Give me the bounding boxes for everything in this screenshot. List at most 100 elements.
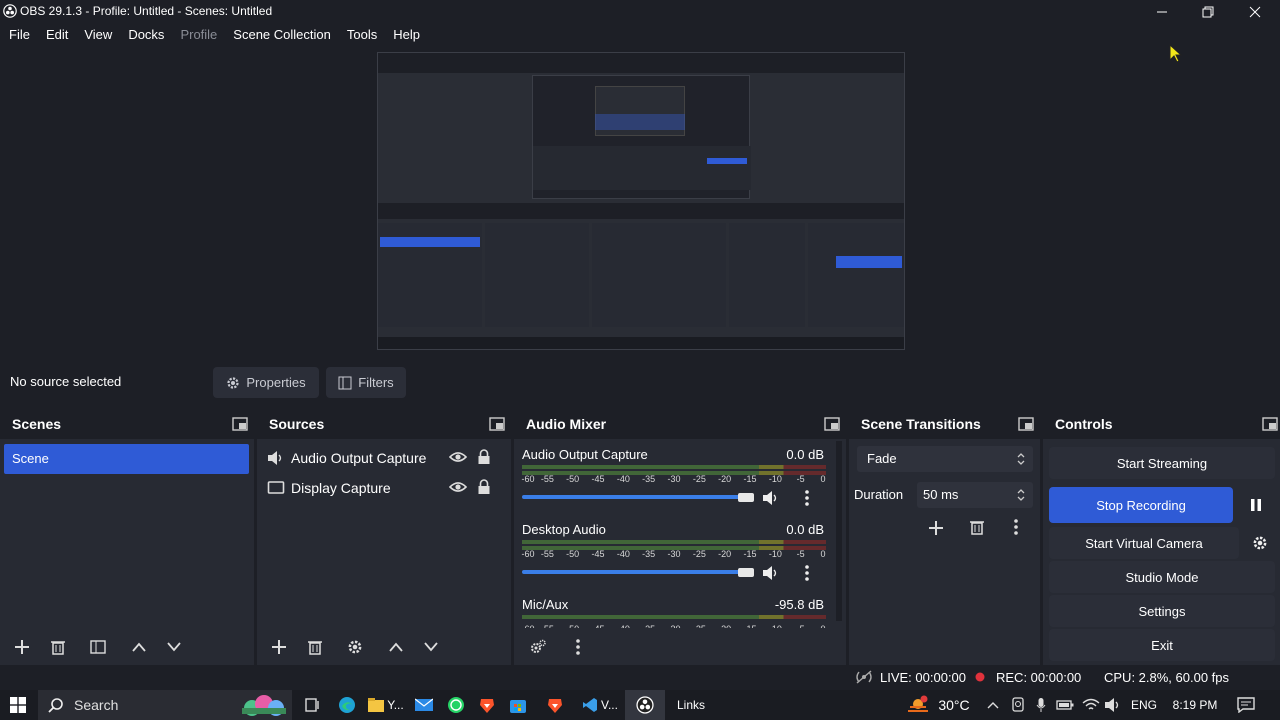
meter-scale: -60-55-50-45-40-35-30-25-20-15-10-50 — [522, 621, 826, 628]
volume-slider-handle[interactable] — [738, 493, 754, 502]
more-options-icon[interactable] — [566, 635, 590, 659]
edge-browser-icon[interactable] — [337, 694, 357, 716]
mail-icon[interactable] — [414, 694, 434, 716]
mixer-scrollbar[interactable] — [836, 441, 842, 621]
camera-tray-icon[interactable] — [1010, 694, 1026, 716]
virtual-camera-settings-gear-icon[interactable] — [1248, 527, 1272, 559]
menu-edit[interactable]: Edit — [38, 23, 76, 47]
remove-source-trash-icon[interactable] — [303, 635, 327, 659]
dock-float-icon[interactable] — [824, 417, 840, 431]
vscode-taskbar-item[interactable]: V... — [582, 694, 618, 716]
source-settings-gear-icon[interactable] — [343, 635, 367, 659]
move-source-up-icon[interactable] — [384, 635, 408, 659]
minimize-button[interactable] — [1147, 2, 1177, 22]
mixer-title: Audio Mixer — [526, 416, 607, 432]
battery-icon[interactable] — [1056, 694, 1074, 716]
remove-scene-trash-icon[interactable] — [46, 635, 70, 659]
mixer-toolbar — [514, 629, 846, 665]
windows-start-icon[interactable] — [8, 694, 28, 716]
start-streaming-button[interactable]: Start Streaming — [1049, 447, 1275, 479]
transition-select[interactable]: Fade — [857, 446, 1033, 472]
source-name: Audio Output Capture — [291, 450, 427, 466]
properties-button[interactable]: Properties — [213, 367, 319, 398]
language-indicator[interactable]: ENG — [1128, 694, 1160, 716]
meter-scale-label: -10 — [768, 549, 782, 559]
source-row[interactable]: Display Capture — [265, 475, 505, 501]
pause-recording-icon[interactable] — [1244, 489, 1268, 521]
live-signal-icon — [854, 669, 874, 685]
menu-scene-collection[interactable]: Scene Collection — [225, 23, 339, 47]
volume-slider[interactable] — [522, 570, 748, 574]
volume-slider-handle[interactable] — [738, 568, 754, 577]
settings-button[interactable]: Settings — [1049, 595, 1275, 627]
spin-arrows-icon[interactable] — [1017, 488, 1025, 502]
notification-icon[interactable] — [1236, 694, 1256, 716]
duration-spinbox[interactable]: 50 ms — [917, 482, 1033, 508]
more-options-icon[interactable] — [1013, 518, 1019, 536]
taskbar-search[interactable]: Search — [38, 690, 292, 720]
add-source-button[interactable] — [267, 635, 291, 659]
mixer-channel-name: Mic/Aux — [522, 597, 569, 612]
whatsapp-icon[interactable] — [446, 694, 466, 716]
volume-tray-icon[interactable] — [1104, 694, 1122, 716]
dock-float-icon[interactable] — [232, 417, 248, 431]
add-scene-button[interactable] — [10, 635, 34, 659]
add-transition-button[interactable] — [928, 520, 944, 536]
task-view-icon[interactable] — [302, 694, 322, 716]
meter-scale-label: -40 — [616, 474, 630, 484]
speaker-mute-icon[interactable] — [762, 565, 780, 581]
menu-view[interactable]: View — [76, 23, 120, 47]
move-scene-down-icon[interactable] — [162, 635, 186, 659]
volume-slider[interactable] — [522, 495, 748, 499]
lock-icon[interactable] — [477, 479, 491, 495]
dock-float-icon[interactable] — [1262, 417, 1278, 431]
chevron-up-icon[interactable] — [986, 694, 1000, 716]
visibility-eye-icon[interactable] — [449, 450, 467, 464]
menu-file[interactable]: File — [1, 23, 38, 47]
stop-recording-button[interactable]: Stop Recording — [1049, 487, 1233, 523]
recording-dot-icon — [975, 672, 985, 682]
preview-canvas[interactable] — [377, 52, 905, 350]
brave-browser-icon[interactable] — [477, 694, 497, 716]
dock-float-icon[interactable] — [489, 417, 505, 431]
source-row[interactable]: Audio Output Capture — [265, 445, 505, 471]
store-icon[interactable] — [508, 694, 528, 716]
menu-tools[interactable]: Tools — [339, 23, 385, 47]
scene-item[interactable]: Scene — [4, 444, 249, 474]
microphone-icon[interactable] — [1034, 694, 1048, 716]
more-options-icon[interactable] — [804, 564, 810, 582]
exit-button[interactable]: Exit — [1049, 629, 1275, 661]
menu-profile[interactable]: Profile — [172, 23, 225, 47]
menu-docks[interactable]: Docks — [120, 23, 172, 47]
visibility-eye-icon[interactable] — [449, 480, 467, 494]
windows-taskbar: Search Y... V... Links 30°C ENG 8:19 PM — [0, 690, 1280, 720]
filters-button[interactable]: Filters — [326, 367, 406, 398]
remove-transition-trash-icon[interactable] — [970, 519, 984, 535]
wifi-icon[interactable] — [1082, 694, 1100, 716]
preview-docks — [378, 223, 904, 333]
studio-mode-button[interactable]: Studio Mode — [1049, 561, 1275, 593]
meter-scale-label: -45 — [591, 549, 605, 559]
temperature[interactable]: 30°C — [936, 694, 972, 716]
file-explorer-taskbar-item[interactable]: Y... — [368, 694, 404, 716]
menu-help[interactable]: Help — [385, 23, 428, 47]
lock-icon[interactable] — [477, 449, 491, 465]
menu-bar: File Edit View Docks Profile Scene Colle… — [0, 23, 1280, 47]
scene-filters-icon[interactable] — [86, 635, 110, 659]
close-button[interactable] — [1240, 2, 1270, 22]
brave-browser-icon[interactable] — [545, 694, 565, 716]
preview-dock-transitions — [729, 223, 805, 327]
move-source-down-icon[interactable] — [419, 635, 443, 659]
dock-float-icon[interactable] — [1018, 417, 1034, 431]
restore-button[interactable] — [1193, 2, 1223, 22]
weather-icon[interactable] — [905, 694, 931, 716]
meter-scale-label: 0 — [820, 549, 826, 559]
speaker-mute-icon[interactable] — [762, 490, 780, 506]
clock[interactable]: 8:19 PM — [1170, 694, 1220, 716]
start-virtual-camera-button[interactable]: Start Virtual Camera — [1049, 527, 1239, 559]
more-options-icon[interactable] — [804, 489, 810, 507]
links-toolbar[interactable]: Links — [676, 694, 706, 716]
move-scene-up-icon[interactable] — [127, 635, 151, 659]
obs-taskbar-icon[interactable] — [625, 690, 665, 720]
advanced-audio-gears-icon[interactable] — [526, 635, 550, 659]
